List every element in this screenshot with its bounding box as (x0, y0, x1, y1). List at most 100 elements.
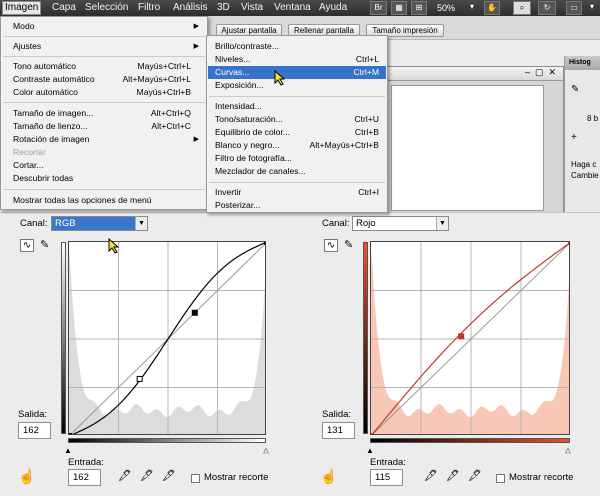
curve-plot[interactable] (371, 242, 570, 435)
window-controls[interactable]: –▢✕ (525, 67, 561, 78)
menu-item-tamano-imagen[interactable]: Tamaño de imagen... Alt+Ctrl+Q (13, 107, 203, 120)
menu-item-color-automatico[interactable]: Color automático Mayús+Ctrl+B (13, 86, 203, 99)
menu-item-brillo-contraste[interactable]: Brillo/contraste... (215, 40, 387, 53)
menu-item-descubrir-todas[interactable]: Descubrir todas (13, 172, 203, 185)
channel-value: Rojo (356, 218, 376, 229)
hand-adjust-icon[interactable]: ☝ (320, 469, 337, 483)
arrange-icon[interactable]: ⊞ (411, 1, 427, 15)
menu-item-blanco-negro[interactable]: Blanco y negro... Alt+Mayús+Ctrl+B (215, 139, 387, 152)
menu-shortcut: Alt+Ctrl+Q (150, 108, 191, 118)
chevron-right-icon: ▶ (193, 136, 199, 143)
show-clipping-checkbox[interactable] (496, 474, 505, 483)
white-eyedropper-icon[interactable]: 🖋 (162, 470, 176, 482)
menu-item-label: Invertir (215, 187, 242, 197)
pencil-icon[interactable]: ✎ (344, 239, 353, 251)
black-point-slider-icon[interactable]: ▲ (366, 445, 374, 457)
view-extras-icon[interactable]: ▦ (391, 1, 407, 15)
menu-item-label: Cortar... (13, 160, 44, 170)
menu-item-label: Filtro de fotografía... (215, 153, 292, 163)
menu-item-posterizar[interactable]: Posterizar... (215, 199, 387, 212)
menu-item-equilibrio-color[interactable]: Equilibrio de color... Ctrl+B (215, 126, 387, 139)
menu-item-tono-saturacion[interactable]: Tono/saturación... Ctrl+U (215, 113, 387, 126)
mouse-cursor-icon (108, 238, 120, 254)
black-eyedropper-icon[interactable]: 🖋 (424, 470, 438, 482)
menu-capa[interactable]: Capa (50, 1, 78, 15)
chevron-down-icon[interactable]: ▾ (466, 1, 478, 15)
menu-3d[interactable]: 3D (215, 1, 232, 15)
menu-item-label: Curvas... (215, 67, 250, 77)
menu-item-cortar[interactable]: Cortar... (13, 159, 203, 172)
input-field[interactable]: 162 (68, 469, 101, 486)
black-eyedropper-icon[interactable]: 🖋 (118, 470, 132, 482)
menu-item-tamano-lienzo[interactable]: Tamaño de lienzo... Alt+Ctrl+C (13, 120, 203, 133)
bridge-button[interactable]: Br (370, 1, 387, 15)
curve-control-point (69, 433, 72, 434)
plus-icon[interactable]: + (571, 132, 577, 143)
black-point-slider-icon[interactable]: ▲ (64, 445, 72, 457)
output-field[interactable]: 162 (18, 422, 51, 439)
menu-vista[interactable]: Vista (239, 1, 265, 15)
histogram-panel: Histog ✎ 8 b + Haga c Cambie (564, 56, 600, 216)
zoom-tool-icon[interactable]: ⌕ (513, 1, 531, 15)
menu-item-mostrar-opciones[interactable]: Mostrar todas las opciones de menú (13, 194, 203, 207)
menu-analisis[interactable]: Análisis (171, 1, 209, 15)
chevron-down-icon[interactable]: ▼ (135, 217, 147, 230)
menu-filtro[interactable]: Filtro (136, 1, 162, 15)
menu-item-tono-automatico[interactable]: Tono automático Mayús+Ctrl+L (13, 60, 203, 73)
channel-select[interactable]: RGB ▼ (51, 216, 148, 231)
menu-item-label: Brillo/contraste... (215, 41, 279, 51)
gray-eyedropper-icon[interactable]: 🖋 (140, 470, 154, 482)
menu-item-filtro-fotografia[interactable]: Filtro de fotografía... (215, 152, 387, 165)
curve-control-point (371, 433, 374, 434)
chevron-down-icon[interactable]: ▼ (436, 217, 448, 230)
input-label: Entrada: (370, 457, 406, 468)
show-clipping-checkbox[interactable] (191, 474, 200, 483)
menu-item-intensidad[interactable]: Intensidad... (215, 100, 387, 113)
hand-adjust-icon[interactable]: ☝ (18, 469, 35, 483)
zoom-level[interactable]: 50% (437, 1, 455, 15)
pencil-icon[interactable]: ✎ (40, 239, 49, 251)
white-point-slider-icon[interactable]: ▲ (262, 445, 271, 457)
menu-item-modo[interactable]: Modo ▶ (13, 20, 203, 33)
menu-item-label: Color automático (13, 87, 78, 97)
output-field[interactable]: 131 (322, 422, 355, 439)
menu-item-exposicion[interactable]: Exposición... (215, 79, 387, 92)
document-canvas[interactable] (391, 85, 544, 211)
channel-select[interactable]: Rojo ▼ (352, 216, 449, 231)
document-window: –▢✕ (384, 66, 564, 216)
menu-item-invertir[interactable]: Invertir Ctrl+I (215, 186, 387, 199)
hand-icon[interactable]: ✋ (484, 1, 500, 15)
screen-mode-icon[interactable]: ▭ (566, 1, 582, 15)
mouse-cursor-icon (274, 70, 286, 86)
menu-ventana[interactable]: Ventana (272, 1, 313, 15)
menu-item-curvas[interactable]: Curvas... Ctrl+M (215, 66, 387, 79)
menu-item-niveles[interactable]: Niveles... Ctrl+L (215, 53, 387, 66)
menu-item-rotacion-imagen[interactable]: Rotación de imagen ▶ (13, 133, 203, 146)
menu-shortcut: Mayús+Ctrl+L (137, 61, 192, 71)
white-point-slider-icon[interactable]: ▲ (564, 445, 573, 457)
menu-item-mezclador-canales[interactable]: Mezclador de canales... (215, 165, 387, 178)
menu-imagen[interactable]: Imagen (2, 1, 42, 15)
curve-point-icon[interactable]: ∿ (20, 239, 34, 252)
chevron-right-icon: ▶ (193, 23, 199, 30)
chevron-down-icon[interactable]: ▾ (585, 1, 599, 15)
menu-seleccion[interactable]: Selección (83, 1, 130, 15)
curves-graph[interactable] (68, 241, 266, 435)
menu-item-label: Descubrir todas (13, 173, 74, 183)
document-titlebar[interactable]: –▢✕ (385, 67, 563, 81)
eyedropper-icon[interactable]: ✎ (571, 84, 579, 95)
input-field[interactable]: 115 (370, 469, 403, 486)
menu-separator (3, 56, 205, 57)
menu-shortcut: Ctrl+L (355, 54, 379, 64)
curve-point-icon[interactable]: ∿ (324, 239, 338, 252)
menu-item-ajustes[interactable]: Ajustes ▶ (13, 40, 203, 53)
gray-eyedropper-icon[interactable]: 🖋 (446, 470, 460, 482)
rotate-view-icon[interactable]: ↻ (538, 1, 556, 15)
menu-item-contraste-automatico[interactable]: Contraste automático Alt+Mayús+Ctrl+L (13, 73, 203, 86)
menu-shortcut: Alt+Ctrl+C (151, 121, 191, 131)
histogram-tab[interactable]: Histog (565, 56, 600, 70)
menu-ayuda[interactable]: Ayuda (317, 1, 349, 15)
curves-graph[interactable] (370, 241, 570, 435)
white-eyedropper-icon[interactable]: 🖋 (468, 470, 482, 482)
curve-plot[interactable] (69, 242, 266, 435)
